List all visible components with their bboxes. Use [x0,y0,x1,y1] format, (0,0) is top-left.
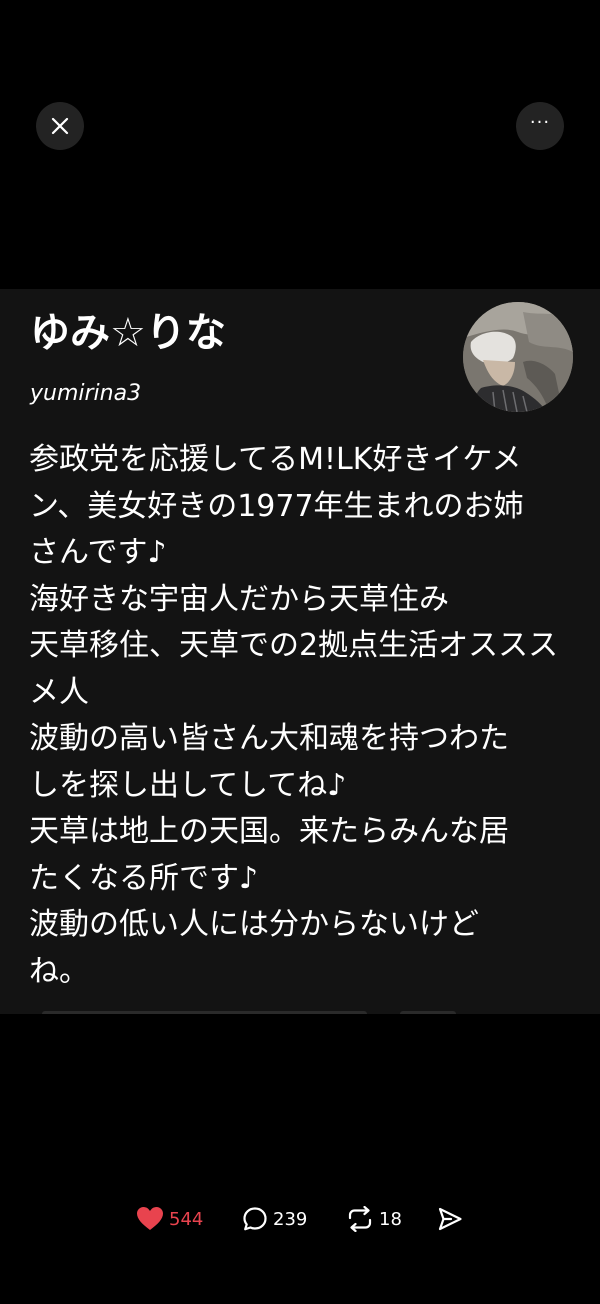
avatar[interactable] [463,302,573,412]
display-name: ゆみ☆りな [30,310,226,356]
post-action-bar: 544 239 18 [0,1194,600,1244]
reply-count: 239 [273,1208,308,1230]
more-options-icon: ··· [529,112,551,133]
bio-line: しを探し出してしてね♪ [29,767,347,803]
more-options-button[interactable]: ··· [516,102,564,150]
close-button[interactable] [36,102,84,150]
bio-line: 天草は地上の天国。来たらみんな居 [29,814,509,849]
bio-line: メ人 [29,674,89,710]
bio-line: 海好きな宇宙人だから天草住み [29,581,449,617]
send-icon [438,1207,462,1231]
bio-line: たくなる所です♪ [29,860,259,896]
bio-line: 天草移住、天草での2拠点生活オススス [29,628,559,663]
bio-line: 波動の低い人には分からないけど [29,907,479,942]
heart-icon [137,1207,163,1230]
user-handle[interactable]: yumirina3 [30,381,141,406]
reply-button[interactable]: 239 [242,1204,307,1234]
close-icon [51,117,69,135]
repost-button[interactable]: 18 [346,1204,402,1234]
bio-line: さんです♪ [29,535,167,570]
profile-card: ゆみ☆りな yumirina3 参政党を応援してるM!LK好きイケメ ン、美女好… [0,289,600,1014]
repost-count: 18 [379,1208,402,1230]
bio-line: ね。 [29,953,89,989]
message-button-edge[interactable] [400,1011,456,1014]
like-count: 544 [169,1208,204,1230]
share-button[interactable] [437,1204,463,1234]
like-button[interactable]: 544 [136,1204,203,1234]
repost-icon [348,1206,372,1232]
follow-button-edge[interactable] [42,1011,367,1014]
profile-bio: 参政党を応援してるM!LK好きイケメ ン、美女好きの1977年生まれのお姉 さん… [29,437,574,995]
bio-line: ン、美女好きの1977年生まれのお姉 [29,488,524,524]
bio-line: 参政党を応援してるM!LK好きイケメ [29,442,522,477]
bio-line: 波動の高い皆さん大和魂を持つわた [29,721,509,756]
reply-icon [243,1207,267,1231]
